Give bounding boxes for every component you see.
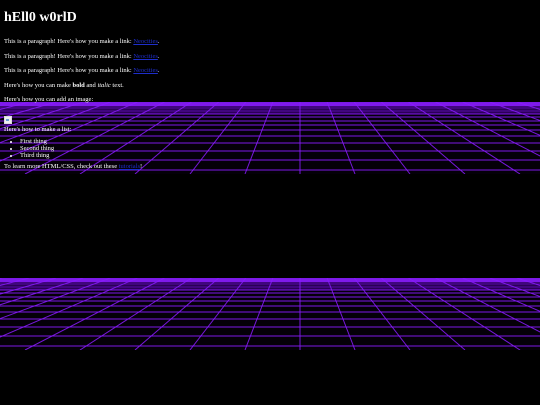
broken-image-icon <box>4 115 12 124</box>
formatting-text-before: Here's how you can make <box>4 81 73 89</box>
paragraph-text: This is a paragraph! Here's how you make… <box>4 67 134 74</box>
paragraph-text: This is a paragraph! Here's how you make… <box>4 38 134 45</box>
paragraph-tail: . <box>157 67 160 74</box>
bullet-list: First thing Second thing Third thing <box>4 138 536 159</box>
image-intro: Here's how you can add an image: <box>4 96 94 103</box>
learn-more-tail: ! <box>140 163 143 170</box>
italic-text: italic <box>97 81 111 89</box>
paragraph-text: This is a paragraph! Here's how you make… <box>4 52 134 60</box>
bold-text: bold <box>72 81 85 89</box>
neocities-link[interactable]: Neocities <box>133 53 158 60</box>
formatting-text-middle: and <box>84 81 98 89</box>
formatting-text-after: text. <box>110 81 124 89</box>
image-container <box>4 111 536 124</box>
paragraph-tail: . <box>157 38 160 45</box>
retro-grid-background-bottom <box>0 278 540 350</box>
list-item: Second thing <box>20 145 536 152</box>
paragraph-2: This is a paragraph! Here's how you make… <box>4 53 536 62</box>
paragraph-1: This is a paragraph! Here's how you make… <box>4 38 536 47</box>
page-content: hEll0 w0rlD This is a paragraph! Here's … <box>0 0 540 178</box>
formatting-paragraph: Here's how you can make bold and italic … <box>4 82 536 91</box>
tutorials-link[interactable]: tutorials <box>119 163 140 170</box>
learn-more-text: To learn more HTML/CSS, check out these <box>4 163 119 170</box>
neocities-link[interactable]: Neocities <box>133 67 158 74</box>
learn-more-paragraph: To learn more HTML/CSS, check out these … <box>4 163 536 172</box>
page-title: hEll0 w0rlD <box>4 10 77 25</box>
list-item: First thing <box>20 138 536 145</box>
neocities-link[interactable]: Neocities <box>133 38 158 45</box>
paragraph-3: This is a paragraph! Here's how you make… <box>4 67 536 76</box>
paragraph-tail: . <box>157 52 160 60</box>
list-intro: Here's how to make a list: <box>4 125 72 133</box>
list-item: Third thing <box>20 152 536 159</box>
